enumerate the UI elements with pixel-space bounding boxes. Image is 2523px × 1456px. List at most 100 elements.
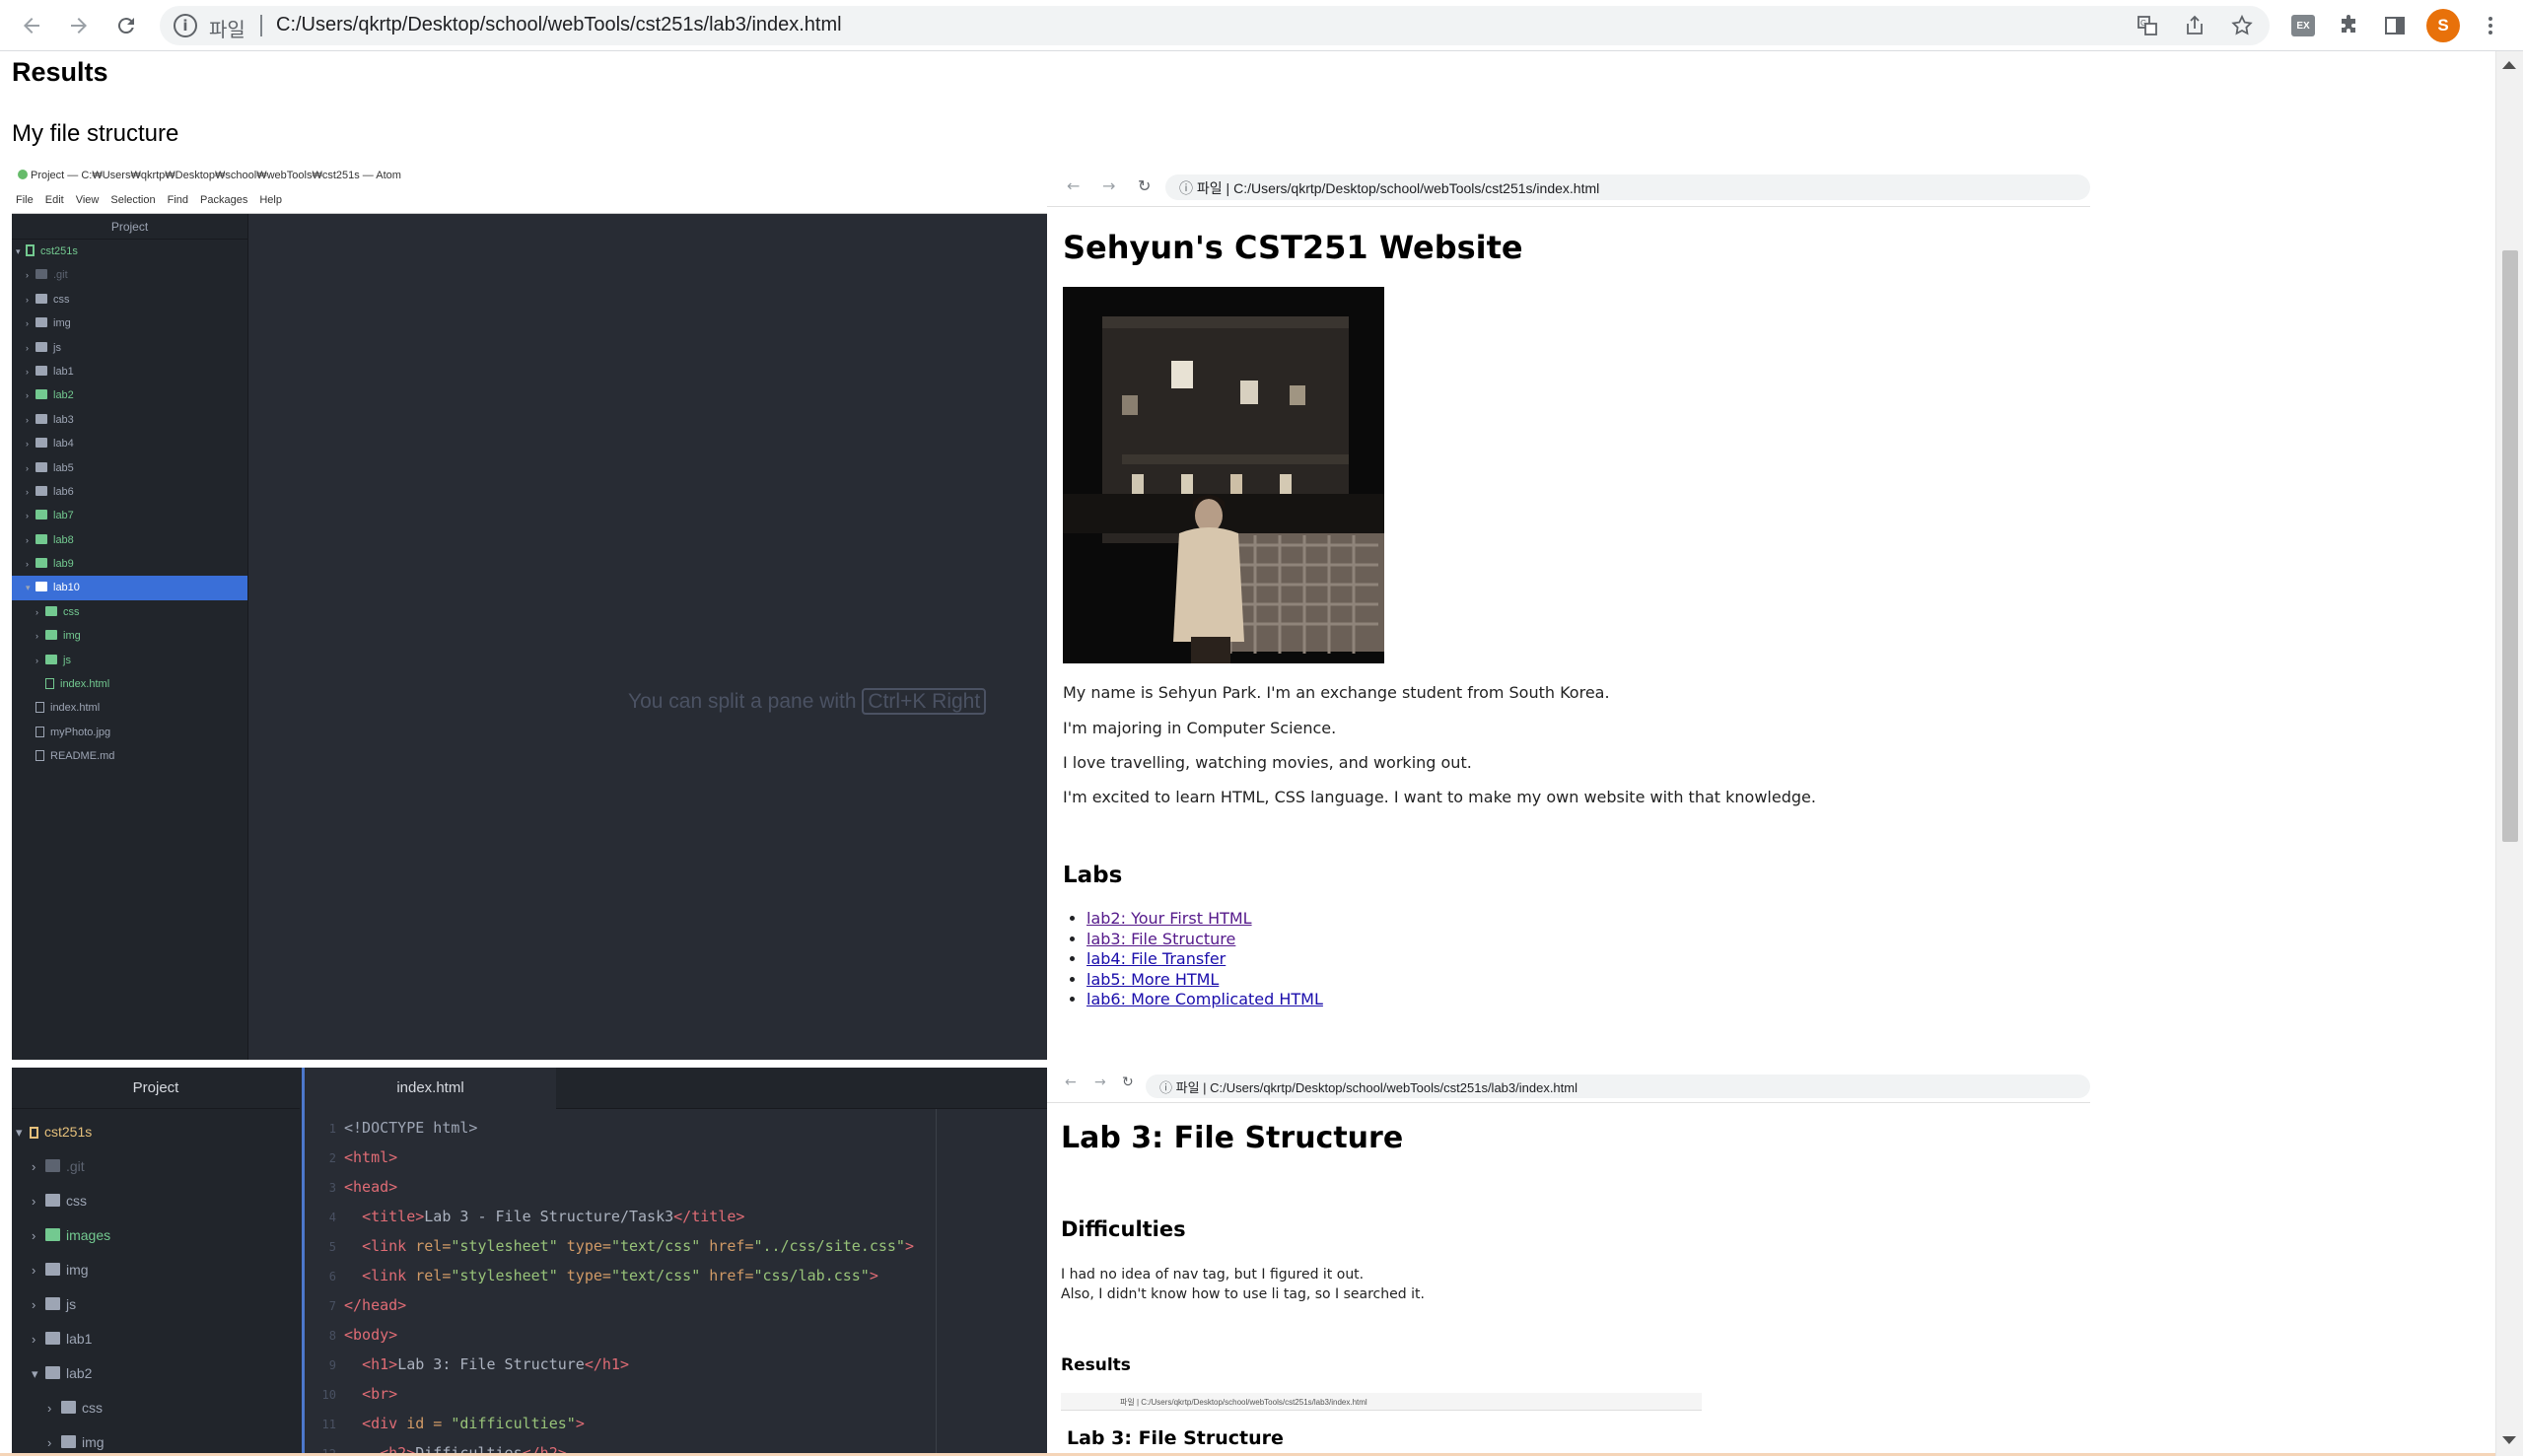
tree-item-cst251s[interactable]: ▾ cst251s <box>12 240 247 263</box>
extensions-puzzle-icon[interactable] <box>2331 8 2366 43</box>
menu-item-file[interactable]: File <box>16 194 34 206</box>
tree-item-lab10[interactable]: ▾ lab10 <box>12 576 247 600</box>
chevron-right-icon[interactable]: › <box>35 624 45 648</box>
lab-link[interactable]: lab4: File Transfer <box>1086 949 1226 968</box>
tree-item-img[interactable]: › img <box>12 624 247 648</box>
tree-item-img[interactable]: › img <box>12 1425 300 1456</box>
difficulty-line-2: Also, I didn't know how to use li tag, s… <box>1061 1286 1425 1302</box>
tree-item-label: img <box>53 317 71 330</box>
menu-item-help[interactable]: Help <box>259 194 282 206</box>
url-text[interactable]: C:/Users/qkrtp/Desktop/school/webTools/c… <box>276 14 842 36</box>
chevron-right-icon[interactable]: › <box>47 1391 61 1425</box>
menu-item-find[interactable]: Find <box>168 194 188 206</box>
tree-item-lab5[interactable]: › lab5 <box>12 456 247 480</box>
tree-item-label: lab3 <box>53 413 74 426</box>
translate-icon[interactable]: G <box>2130 8 2165 43</box>
tree-item-js[interactable]: › js <box>12 336 247 360</box>
tree-item-readme-md[interactable]: README.md <box>12 744 247 768</box>
results-heading: Results <box>12 57 108 87</box>
tree-item-css[interactable]: › css <box>12 1184 300 1218</box>
tree-item--git[interactable]: › .git <box>12 263 247 287</box>
chevron-right-icon[interactable]: › <box>35 600 45 624</box>
tree-item-css[interactable]: › css <box>12 1391 300 1425</box>
tree-item-label: images <box>66 1227 111 1243</box>
chevron-right-icon[interactable]: › <box>32 1322 45 1356</box>
info-icon[interactable]: i <box>174 14 197 37</box>
menu-item-edit[interactable]: Edit <box>45 194 64 206</box>
back-arrow-icon[interactable] <box>14 8 49 43</box>
chevron-right-icon[interactable]: › <box>47 1425 61 1456</box>
side-panel-icon[interactable] <box>2377 8 2413 43</box>
tree-item-myphoto-jpg[interactable]: myPhoto.jpg <box>12 721 247 744</box>
tree-item-lab6[interactable]: › lab6 <box>12 480 247 504</box>
tree-item-label: myPhoto.jpg <box>50 726 111 738</box>
chevron-down-icon[interactable]: ▾ <box>26 576 35 599</box>
tree-item-lab8[interactable]: › lab8 <box>12 528 247 552</box>
tree-item-index-html[interactable]: index.html <box>12 672 247 696</box>
chevron-right-icon[interactable]: › <box>32 1253 45 1287</box>
tree-item-lab1[interactable]: › lab1 <box>12 1322 300 1356</box>
chevron-right-icon[interactable]: › <box>32 1287 45 1322</box>
tree-item--git[interactable]: › .git <box>12 1149 300 1184</box>
tree-item-lab3[interactable]: › lab3 <box>12 408 247 432</box>
lab-link[interactable]: lab3: File Structure <box>1086 930 1235 948</box>
chevron-right-icon[interactable]: › <box>26 552 35 576</box>
chevron-right-icon[interactable]: › <box>26 528 35 552</box>
chevron-right-icon[interactable]: › <box>26 360 35 383</box>
chevron-right-icon[interactable]: › <box>26 408 35 432</box>
scroll-down-arrow-icon[interactable] <box>2502 1436 2516 1444</box>
chevron-right-icon[interactable]: › <box>26 288 35 312</box>
chevron-right-icon[interactable]: › <box>26 312 35 335</box>
chevron-right-icon[interactable]: › <box>32 1218 45 1253</box>
lab-link[interactable]: lab2: Your First HTML <box>1086 909 1252 928</box>
page-scrollbar[interactable] <box>2495 51 2523 1456</box>
chevron-right-icon[interactable]: › <box>26 336 35 360</box>
tree-item-js[interactable]: › js <box>12 1287 300 1322</box>
lab-link[interactable]: lab5: More HTML <box>1086 970 1219 989</box>
address-bar[interactable]: i 파일 C:/Users/qkrtp/Desktop/school/webTo… <box>160 6 2270 45</box>
tree-item-js[interactable]: › js <box>12 649 247 672</box>
lab-list-item: lab4: File Transfer <box>1086 949 1323 970</box>
chevron-down-icon[interactable]: ▾ <box>32 1356 45 1391</box>
more-vert-icon[interactable] <box>2473 8 2508 43</box>
chevron-right-icon[interactable]: › <box>26 383 35 407</box>
chevron-right-icon[interactable]: › <box>35 649 45 672</box>
atom-empty-pane <box>248 214 1047 1060</box>
chevron-down-icon[interactable]: ▾ <box>16 240 26 263</box>
line-number: 9 <box>328 1358 336 1372</box>
tree-item-img[interactable]: › img <box>12 1253 300 1287</box>
menu-item-view[interactable]: View <box>76 194 100 206</box>
chevron-right-icon[interactable]: › <box>26 504 35 527</box>
chevron-right-icon[interactable]: › <box>32 1149 45 1184</box>
tree-item-index-html[interactable]: index.html <box>12 696 247 720</box>
tree-item-lab2[interactable]: ▾ lab2 <box>12 1356 300 1391</box>
profile-avatar[interactable]: S <box>2426 9 2460 42</box>
chevron-right-icon[interactable]: › <box>26 263 35 287</box>
tree-item-lab1[interactable]: › lab1 <box>12 360 247 383</box>
reload-icon[interactable] <box>108 8 144 43</box>
tree-item-css[interactable]: › css <box>12 600 247 624</box>
tree-item-lab9[interactable]: › lab9 <box>12 552 247 576</box>
chevron-down-icon[interactable]: ▾ <box>16 1115 30 1149</box>
share-icon[interactable] <box>2177 8 2212 43</box>
scrollbar-thumb[interactable] <box>2502 250 2518 842</box>
tree-item-images[interactable]: › images <box>12 1218 300 1253</box>
lab-link[interactable]: lab6: More Complicated HTML <box>1086 990 1323 1008</box>
tree-item-css[interactable]: › css <box>12 288 247 312</box>
tree-item-img[interactable]: › img <box>12 312 247 335</box>
scroll-up-arrow-icon[interactable] <box>2502 61 2516 69</box>
tree-item-lab4[interactable]: › lab4 <box>12 432 247 455</box>
tree-item-lab2[interactable]: › lab2 <box>12 383 247 407</box>
menu-item-selection[interactable]: Selection <box>110 194 155 206</box>
tree-item-lab7[interactable]: › lab7 <box>12 504 247 527</box>
difficulty-line-1: I had no idea of nav tag, but I figured … <box>1061 1267 1365 1283</box>
forward-arrow-icon[interactable] <box>61 8 97 43</box>
chevron-right-icon[interactable]: › <box>26 480 35 504</box>
chevron-right-icon[interactable]: › <box>26 456 35 480</box>
chevron-right-icon[interactable]: › <box>32 1184 45 1218</box>
menu-item-packages[interactable]: Packages <box>200 194 247 206</box>
extension-ex-icon[interactable]: EX <box>2285 8 2321 43</box>
tree-item-cst251s[interactable]: ▾ cst251s <box>12 1115 300 1149</box>
chevron-right-icon[interactable]: › <box>26 432 35 455</box>
bookmark-star-icon[interactable] <box>2224 8 2260 43</box>
